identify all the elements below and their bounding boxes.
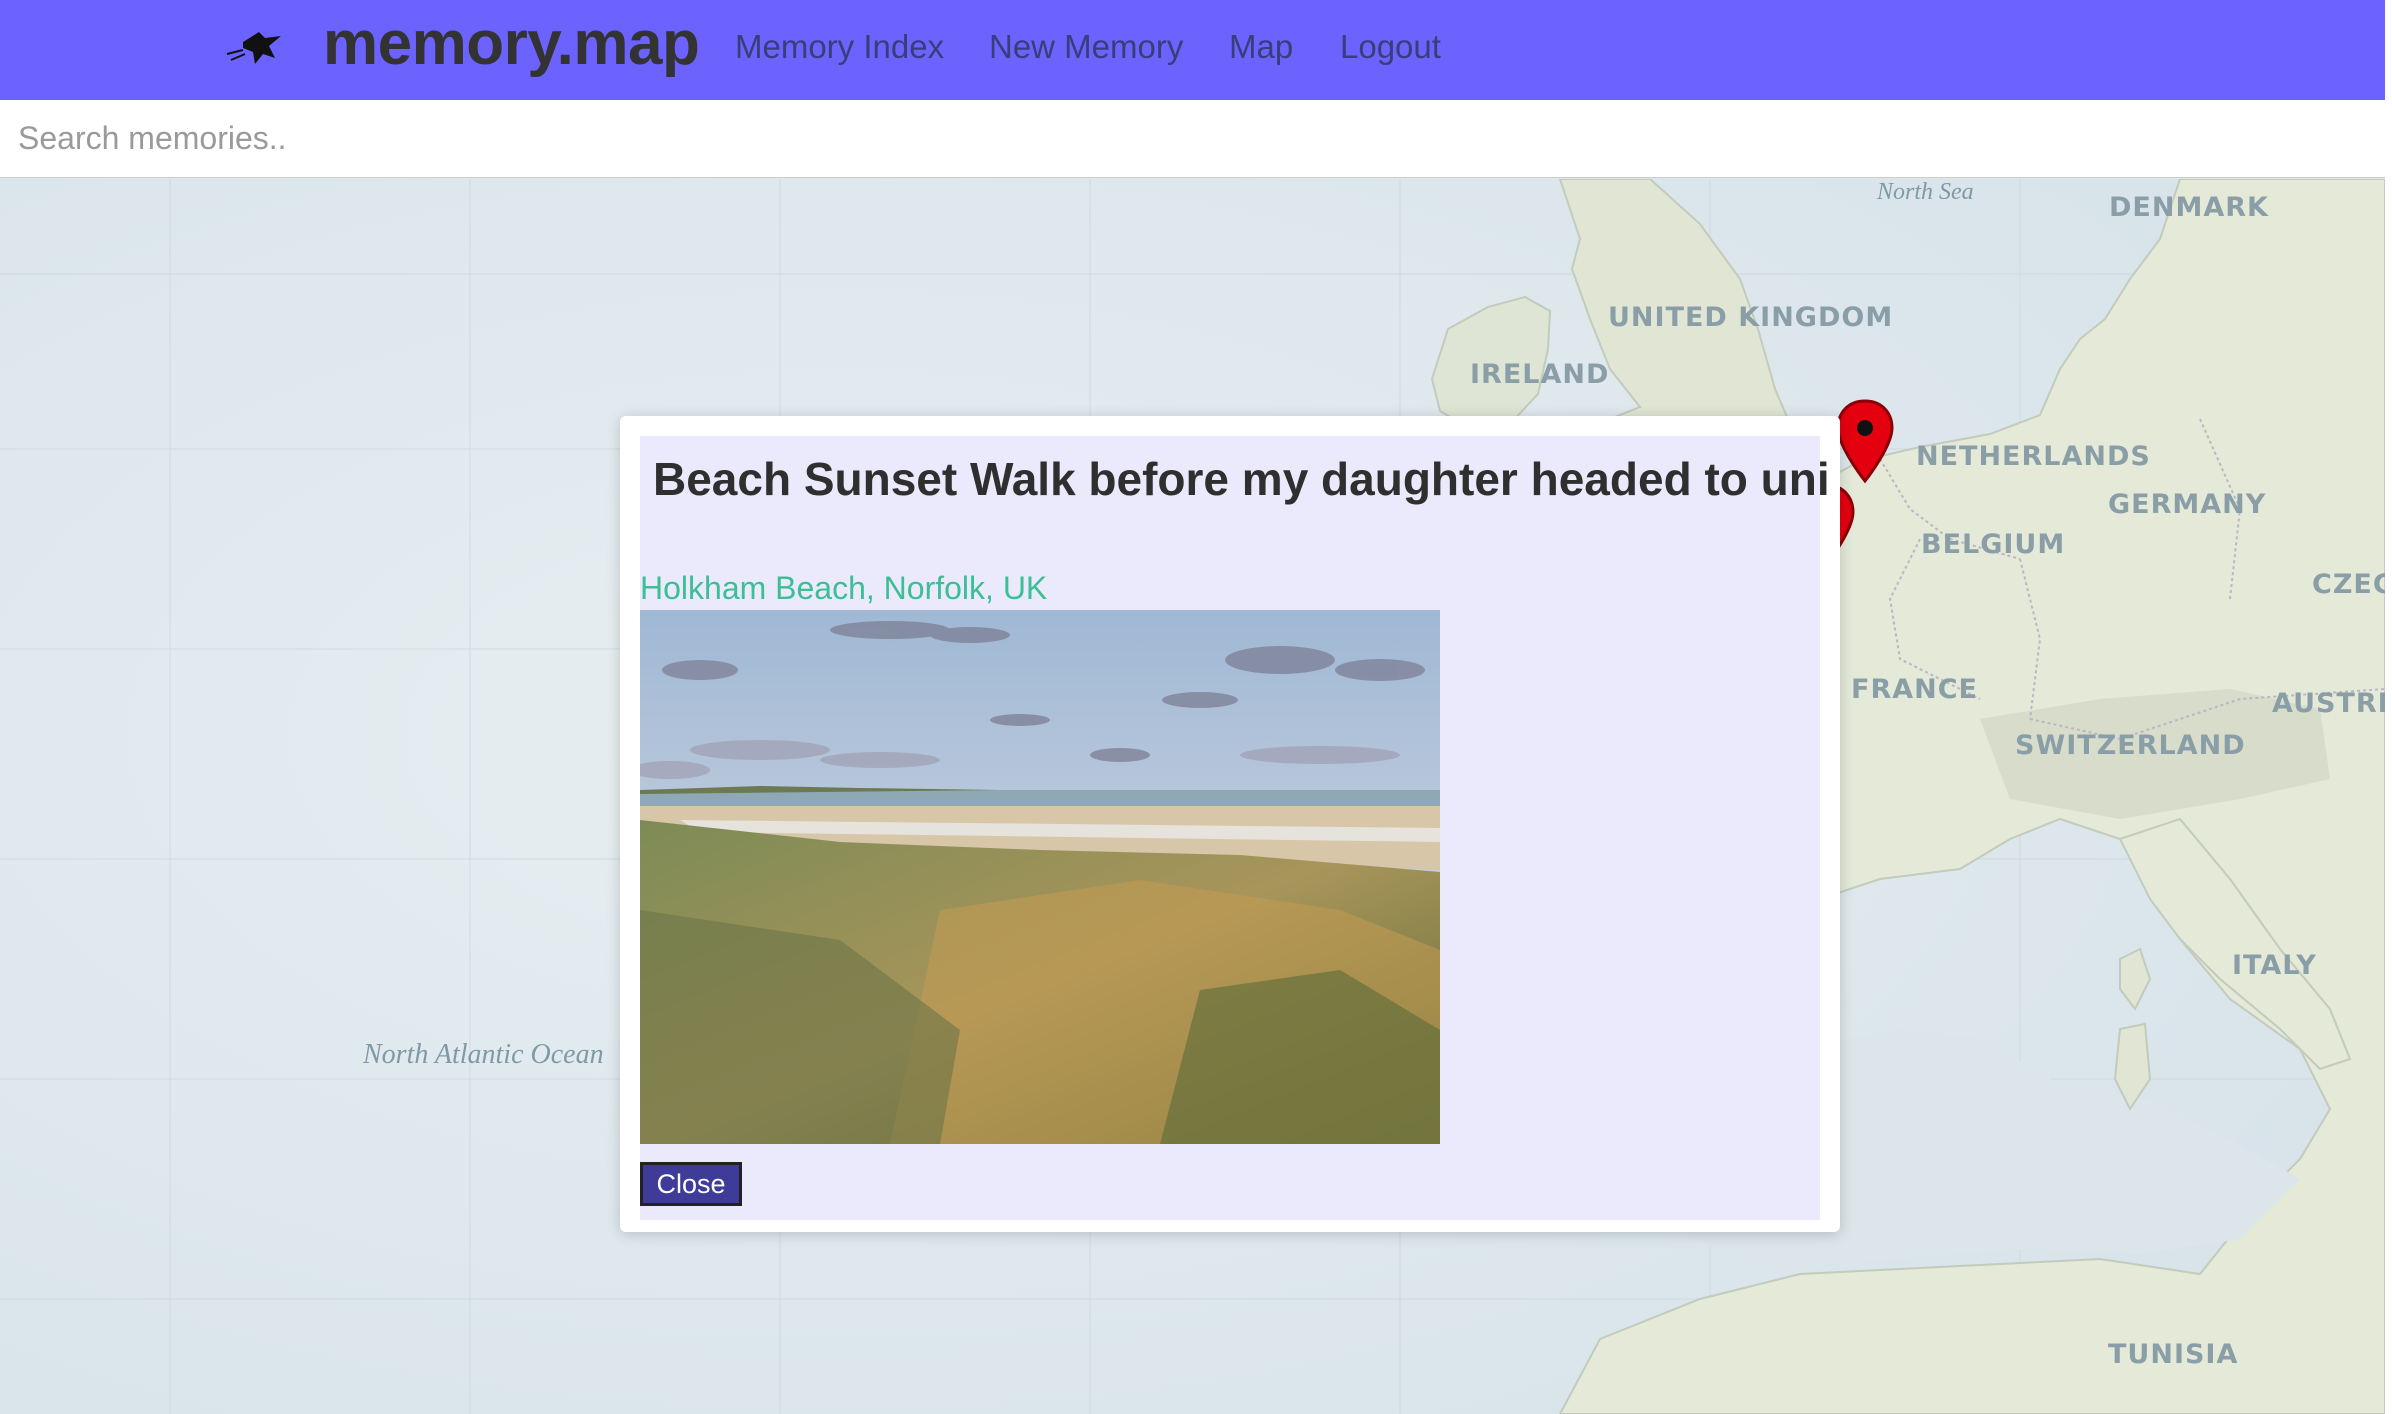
nav-map[interactable]: Map [1229, 28, 1293, 66]
label-switzerland: SWITZERLAND [2015, 730, 2246, 761]
label-united-kingdom: UNITED KINGDOM [1608, 302, 1894, 333]
nav-new-memory[interactable]: New Memory [989, 28, 1183, 66]
label-denmark: DENMARK [2109, 192, 2269, 223]
label-austria: AUSTRIA [2272, 688, 2385, 719]
label-france: FRANCE [1851, 674, 1978, 705]
memory-modal: Beach Sunset Walk before my daughter hea… [620, 416, 1840, 1232]
brand-title[interactable]: memory.map [323, 8, 700, 79]
scrollbar-gutter [2385, 0, 2392, 1414]
search-input[interactable] [0, 100, 2385, 178]
memory-location: Holkham Beach, Norfolk, UK [640, 570, 1048, 606]
label-belgium: BELGIUM [1921, 529, 2066, 560]
nav-memory-index[interactable]: Memory Index [735, 28, 944, 66]
map-pin-icon[interactable] [1834, 397, 1896, 485]
label-north-sea: North Sea [1877, 179, 1974, 205]
close-button[interactable]: Close [640, 1162, 742, 1206]
label-ireland: IRELAND [1470, 359, 1610, 390]
label-germany: GERMANY [2108, 489, 2267, 520]
nav-logout[interactable]: Logout [1340, 28, 1441, 66]
label-italy: ITALY [2232, 950, 2317, 981]
navbar: memory.map Memory Index New Memory Map L… [0, 0, 2385, 100]
bird-icon[interactable] [225, 24, 291, 74]
label-netherlands: NETHERLANDS [1916, 441, 2151, 472]
label-north-atlantic-ocean: North Atlantic Ocean [363, 1039, 604, 1070]
modal-content: Beach Sunset Walk before my daughter hea… [640, 436, 1830, 1220]
label-tunisia: TUNISIA [2108, 1339, 2239, 1370]
beach-dunes-photo [640, 610, 1440, 1144]
memory-title: Beach Sunset Walk before my daughter hea… [653, 453, 1830, 505]
label-czech: CZEC [2312, 569, 2385, 600]
